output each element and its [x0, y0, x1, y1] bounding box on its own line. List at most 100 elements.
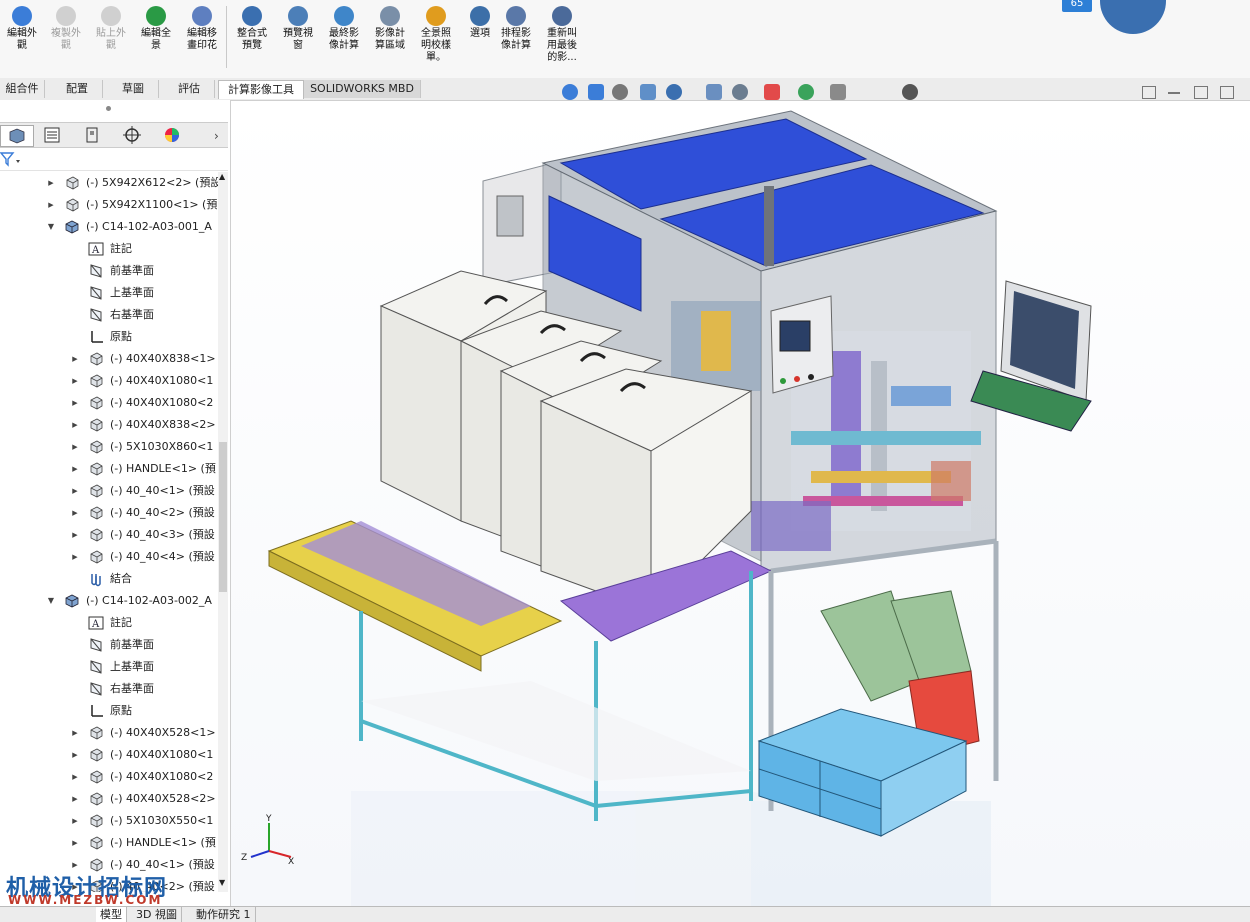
tree-node[interactable]: ▶ (-) 40_40<1> (預設 [0, 480, 218, 502]
integrated-preview-button[interactable]: 整合式 預覽 [230, 6, 274, 52]
render-region-icon [380, 6, 400, 26]
schedule-render-button[interactable]: 排程影 像計算 [494, 6, 538, 52]
panel-splitter-handle[interactable] [106, 106, 111, 111]
tree-node[interactable]: ▶ (-) 40_40<4> (預設 [0, 546, 218, 568]
expand-arrow-icon[interactable]: ▶ [70, 414, 80, 436]
tree-node[interactable]: 結合 [0, 568, 218, 590]
display-style-icon[interactable] [706, 84, 722, 100]
tree-node[interactable]: ▶ (-) 40X40X1080<1 [0, 370, 218, 392]
expand-arrow-icon[interactable]: ▶ [70, 348, 80, 370]
tree-node[interactable]: ▼ (-) C14-102-A03-002_A [0, 590, 218, 612]
tree-node[interactable]: ▶ (-) 40X40X528<2> [0, 788, 218, 810]
apply-scene-icon[interactable] [798, 84, 814, 100]
tree-node[interactable]: ▶ (-) HANDLE<1> (預 [0, 832, 218, 854]
zoom-area-icon[interactable] [588, 84, 604, 100]
graphics-area[interactable]: Y X Z [231, 101, 1250, 906]
expand-arrow-icon[interactable]: ▶ [70, 546, 80, 568]
expand-arrow-icon[interactable]: ▶ [70, 722, 80, 744]
tab-3[interactable]: 評估 [164, 80, 215, 98]
dimxpert-manager-tab[interactable] [116, 125, 148, 145]
maximize-icon[interactable] [1220, 86, 1234, 99]
previous-view-icon[interactable] [612, 84, 628, 100]
tree-node[interactable]: ▶ (-) 40X40X528<1> [0, 722, 218, 744]
view-settings-icon[interactable] [830, 84, 846, 100]
final-render-button[interactable]: 最終影 像計算 [322, 6, 366, 52]
tree-node[interactable]: 前基準面 [0, 634, 218, 656]
filter-icon[interactable] [0, 151, 24, 170]
edit-decal-button[interactable]: 編輯移 畫印花 [180, 6, 224, 52]
render-region-button[interactable]: 影像計 算區域 [368, 6, 412, 52]
monitor-icon[interactable] [902, 84, 918, 100]
expand-arrow-icon[interactable]: ▶ [70, 766, 80, 788]
tree-node[interactable]: 上基準面 [0, 656, 218, 678]
tree-scrollbar[interactable]: ▲ ▼ [218, 172, 228, 892]
tab-0[interactable]: 組合件 [0, 80, 45, 98]
tree-node[interactable]: ▶ (-) 5X942X612<2> (預設 [0, 172, 218, 194]
tile-icon[interactable] [1194, 86, 1208, 99]
edit-appearance-button[interactable]: 編輯外 觀 [0, 6, 44, 52]
feature-tree-tab[interactable] [0, 125, 34, 147]
tree-node[interactable]: 原點 [0, 700, 218, 722]
expand-arrow-icon[interactable]: ▶ [70, 788, 80, 810]
tree-node[interactable]: 原點 [0, 326, 218, 348]
tree-node[interactable]: ▶ (-) 5X1030X550<1 [0, 810, 218, 832]
edit-appearance-icon[interactable] [764, 84, 780, 100]
tree-node[interactable]: ▶ (-) HANDLE<1> (預 [0, 458, 218, 480]
expand-arrow-icon[interactable]: ▶ [70, 436, 80, 458]
tab-2[interactable]: 草圖 [108, 80, 159, 98]
restore-icon[interactable] [1142, 86, 1156, 99]
zoom-to-fit-icon[interactable] [562, 84, 578, 100]
display-manager-tab[interactable] [156, 125, 188, 145]
expand-arrow-icon[interactable]: ▶ [70, 810, 80, 832]
tree-node[interactable]: A 註記 [0, 612, 218, 634]
tree-node[interactable]: A 註記 [0, 238, 218, 260]
expand-arrow-icon[interactable]: ▶ [70, 524, 80, 546]
property-manager-tab[interactable] [36, 125, 68, 145]
bottom-tab-0[interactable]: 模型 [96, 907, 127, 922]
preview-window-button[interactable]: 預覽視 窗 [276, 6, 320, 52]
bottom-tab-2[interactable]: 動作研究 1 [192, 907, 256, 922]
tree-node[interactable]: ▶ (-) 40_40<2> (預設 [0, 502, 218, 524]
tab-4[interactable]: 計算影像工具 [218, 80, 304, 99]
bottom-tab-1[interactable]: 3D 視圖 [132, 907, 182, 922]
tree-node[interactable]: ▶ (-) 40X40X1080<2 [0, 392, 218, 414]
edit-scene-button[interactable]: 編輯全 景 [134, 6, 178, 52]
recall-last-render-button[interactable]: 重新叫 用最後 的影... [540, 6, 584, 64]
expand-arrow-icon[interactable]: ▶ [70, 480, 80, 502]
chevron-right-icon[interactable]: › [214, 129, 219, 143]
minimize-icon[interactable] [1168, 86, 1180, 94]
collapse-arrow-icon[interactable]: ▼ [46, 216, 56, 238]
tab-1[interactable]: 配置 [52, 80, 103, 98]
expand-arrow-icon[interactable]: ▶ [70, 392, 80, 414]
tree-node[interactable]: ▶ (-) 5X1030X860<1 [0, 436, 218, 458]
tree-node[interactable]: ▶ (-) 40X40X1080<2 [0, 766, 218, 788]
view-orientation-icon[interactable] [666, 84, 682, 100]
expand-arrow-icon[interactable]: ▶ [70, 744, 80, 766]
tree-node[interactable]: ▶ (-) 5X942X1100<1> (預 [0, 194, 218, 216]
tree-node[interactable]: 右基準面 [0, 304, 218, 326]
tree-node[interactable]: ▼ (-) C14-102-A03-001_A [0, 216, 218, 238]
tree-node-label: 結合 [110, 572, 132, 585]
tree-node[interactable]: ▶ (-) 40X40X1080<1 [0, 744, 218, 766]
notification-badge[interactable]: 65 [1062, 0, 1092, 12]
tree-node[interactable]: 上基準面 [0, 282, 218, 304]
tab-5[interactable]: SOLIDWORKS MBD [304, 80, 421, 98]
tree-node[interactable]: 前基準面 [0, 260, 218, 282]
tree-node[interactable]: ▶ (-) 40_40<3> (預設 [0, 524, 218, 546]
expand-arrow-icon[interactable]: ▶ [46, 172, 56, 194]
expand-arrow-icon[interactable]: ▶ [46, 194, 56, 216]
tree-node[interactable]: ▶ (-) 40X40X838<1> [0, 348, 218, 370]
expand-arrow-icon[interactable]: ▶ [70, 832, 80, 854]
section-view-icon[interactable] [640, 84, 656, 100]
illumination-proof-button[interactable]: 全景照 明校樣 單。 [414, 6, 458, 64]
expand-arrow-icon[interactable]: ▶ [70, 370, 80, 392]
expand-arrow-icon[interactable]: ▶ [70, 502, 80, 524]
scroll-up-icon[interactable]: ▲ [219, 172, 225, 181]
configuration-manager-tab[interactable] [76, 125, 108, 145]
tree-node[interactable]: 右基準面 [0, 678, 218, 700]
expand-arrow-icon[interactable]: ▶ [70, 458, 80, 480]
collapse-arrow-icon[interactable]: ▼ [46, 590, 56, 612]
tree-node[interactable]: ▶ (-) 40X40X838<2> [0, 414, 218, 436]
scroll-down-icon[interactable]: ▼ [219, 878, 225, 887]
hide-show-items-icon[interactable] [732, 84, 748, 100]
